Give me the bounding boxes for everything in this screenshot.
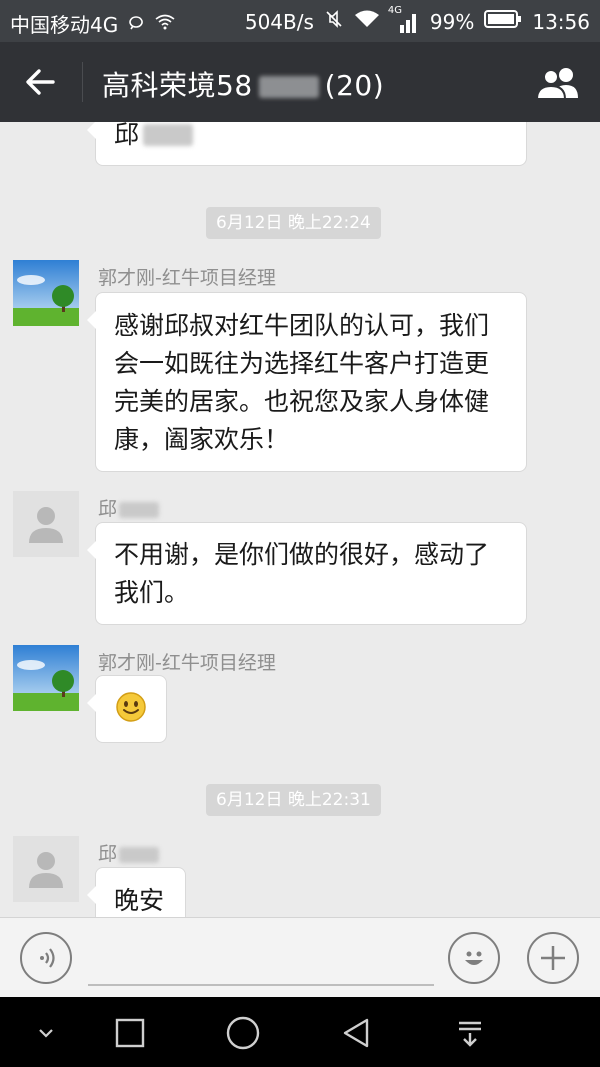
- wifi-icon: [354, 9, 380, 34]
- message-line: 我们。: [114, 578, 190, 607]
- signal-icon: 4G: [388, 5, 420, 33]
- mute-icon: [324, 9, 344, 34]
- sender-name: 郭才刚-红牛项目经理: [98, 652, 276, 674]
- triangle-back-icon: [343, 1018, 369, 1048]
- timestamp-divider: 6月12日 晚上22:31: [206, 784, 381, 816]
- battery-icon: [484, 9, 522, 34]
- chat-messages[interactable]: 邱 6月12日 晚上22:24 郭才刚-红牛项目经理 感谢邱叔对红牛团队的认可，…: [0, 122, 600, 917]
- wifi-off-icon: [154, 12, 176, 36]
- default-user-icon: [29, 507, 63, 543]
- sender-name: 郭才刚-红牛项目经理: [98, 267, 276, 289]
- chat-header: 高科荣境58 (20): [0, 42, 600, 122]
- message-line: 不用谢，是你们做的很好，感动了: [114, 540, 490, 569]
- message-bubble[interactable]: [87, 675, 167, 743]
- header-divider: [82, 62, 83, 102]
- notification-button[interactable]: [448, 1011, 492, 1055]
- chat-notification-icon: [128, 12, 144, 36]
- back-nav-button[interactable]: [335, 1011, 379, 1055]
- arrow-left-icon: [26, 69, 55, 95]
- message-bubble[interactable]: 邱: [87, 122, 527, 166]
- message-input[interactable]: [88, 984, 434, 986]
- chat-title-prefix: 高科荣境58: [102, 69, 253, 102]
- voice-button[interactable]: [20, 932, 72, 984]
- redacted-name: [119, 846, 160, 863]
- carrier-label: 中国移动4G: [10, 13, 119, 37]
- message-line: 会一如既往为选择红牛客户打造更: [114, 349, 490, 378]
- member-count: (20): [324, 69, 385, 102]
- message-line: 康，阖家欢乐！: [114, 425, 290, 454]
- system-nav-bar: [0, 997, 600, 1067]
- hide-nav-button[interactable]: [24, 1011, 68, 1055]
- plus-icon: [541, 946, 565, 970]
- notification-pull-icon: [459, 1021, 481, 1047]
- sender-name-text: 邱: [98, 843, 118, 865]
- emoji-button[interactable]: [448, 932, 500, 984]
- back-button[interactable]: [18, 60, 62, 104]
- group-info-button[interactable]: [534, 58, 584, 108]
- redacted-digits: [258, 76, 319, 98]
- recents-button[interactable]: [108, 1011, 152, 1055]
- battery-percent: 99%: [429, 9, 475, 34]
- timestamp-divider: 6月12日 晚上22:24: [206, 207, 381, 239]
- emoji-icon: [465, 951, 483, 965]
- sender-name: 邱: [98, 839, 160, 866]
- message-line: 完美的居家。也祝您及家人身体健: [114, 387, 490, 416]
- message-bubble[interactable]: 感谢邱叔对红牛团队的认可，我们 会一如既往为选择红牛客户打造更 完美的居家。也祝…: [87, 292, 527, 472]
- clock: 13:56: [532, 9, 590, 34]
- sender-name: 邱: [98, 494, 160, 521]
- speed-label: 504B/s: [244, 9, 314, 34]
- message-bubble[interactable]: 晚安: [87, 867, 186, 917]
- message-text: 晚安: [114, 886, 165, 915]
- status-bar: 中国移动4G 504B/s 4G 99% 13:56: [0, 0, 600, 42]
- chevron-down-icon: [39, 1029, 53, 1038]
- landscape-avatar-image: [13, 645, 79, 711]
- sender-name-text: 邱: [98, 498, 118, 520]
- redacted-name: [119, 501, 160, 518]
- circle-icon: [226, 1016, 260, 1050]
- square-icon: [115, 1018, 145, 1048]
- default-user-icon: [29, 852, 63, 888]
- message-line: 感谢邱叔对红牛团队的认可，我们: [114, 311, 490, 340]
- avatar[interactable]: [13, 260, 79, 326]
- chat-title: 高科荣境58 (20): [102, 64, 384, 104]
- avatar[interactable]: [13, 491, 79, 557]
- home-button[interactable]: [221, 1011, 265, 1055]
- avatar[interactable]: [13, 645, 79, 711]
- smile-emoji: [115, 691, 147, 734]
- voice-icon: [40, 948, 55, 968]
- avatar[interactable]: [13, 836, 79, 902]
- landscape-avatar-image: [13, 260, 79, 326]
- plus-button[interactable]: [527, 932, 579, 984]
- group-members-icon: [536, 68, 578, 100]
- input-bar: [0, 917, 600, 998]
- message-bubble[interactable]: 不用谢，是你们做的很好，感动了 我们。: [87, 522, 527, 625]
- message-text: 邱: [114, 122, 140, 149]
- redacted-name: [143, 124, 194, 146]
